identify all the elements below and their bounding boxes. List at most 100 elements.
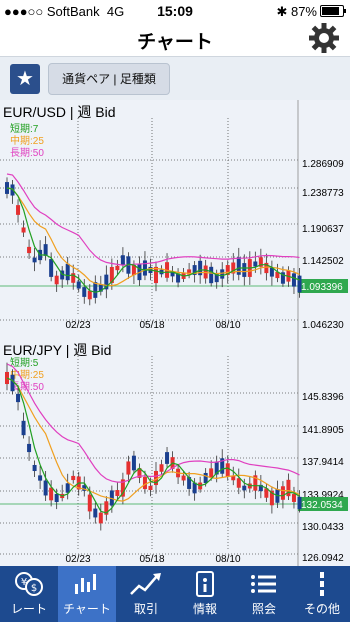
tab-bar: ¥ $ レート チャート 取引 情報 照会 その他 [0, 566, 350, 622]
chart-eurjpy[interactable]: 145.8396 141.8905 137.9414 133.9924 130.0433… [0, 338, 350, 572]
tab-trade[interactable]: 取引 [117, 566, 175, 622]
legend-item: 中期:25 [10, 134, 44, 147]
candle [16, 205, 21, 215]
price-label: 145.8396 [302, 392, 344, 403]
current-price-value: 1.093396 [301, 282, 343, 293]
candle [148, 485, 153, 491]
candle [142, 476, 147, 490]
tab-list[interactable]: 照会 [235, 566, 293, 622]
current-price-tag: 1.093396 [298, 279, 348, 293]
candle [280, 486, 285, 500]
candle [71, 475, 76, 481]
candle [297, 496, 302, 510]
nav-bar: チャート [0, 22, 350, 56]
price-label: 130.0433 [302, 522, 344, 533]
candle [76, 281, 81, 289]
candle [142, 260, 147, 276]
tab-info[interactable]: 情報 [176, 566, 234, 622]
candle [297, 275, 302, 293]
candle [242, 263, 247, 277]
candle [43, 244, 48, 256]
date-label: 02/23 [65, 320, 90, 331]
candle [32, 464, 37, 472]
candle [159, 464, 164, 472]
chart-icon [75, 574, 96, 594]
candle [236, 478, 241, 488]
list-icon [251, 575, 276, 593]
candle [43, 480, 48, 496]
chart-title: EUR/JPY | 週 Bid [3, 342, 112, 358]
favorite-star-button[interactable]: ★ [10, 64, 40, 94]
candle [115, 265, 120, 271]
candle [115, 490, 120, 496]
price-label: 126.0942 [302, 553, 344, 564]
candle [82, 287, 87, 297]
candle [131, 455, 136, 471]
current-price-tag: 132.0534 [298, 497, 348, 511]
candle [181, 475, 186, 481]
price-label: 1.190637 [302, 224, 344, 235]
candle [98, 512, 103, 524]
legend-item: 長期:50 [10, 147, 44, 159]
chart-eurusd-canvas[interactable]: 1.286909 1.238773 1.190637 1.142502 1.046230… [0, 100, 350, 338]
candle [220, 269, 225, 279]
date-label: 05/18 [139, 554, 164, 565]
legend-item: 短期:7 [10, 122, 39, 135]
candle [21, 227, 26, 233]
candle [154, 266, 158, 284]
candle [10, 374, 15, 392]
candle [209, 468, 214, 478]
candle [236, 257, 241, 275]
candle [27, 443, 32, 453]
candle [291, 494, 296, 502]
tab-rate[interactable]: ¥ $ レート [0, 566, 58, 622]
trade-icon [130, 573, 161, 595]
chart-title: EUR/USD | 週 Bid [3, 104, 116, 120]
battery-icon [320, 5, 346, 17]
tab-more[interactable]: その他 [293, 566, 350, 622]
battery-indicator: ✱ 87% [276, 4, 346, 20]
candle [242, 485, 247, 491]
price-label: 1.142502 [302, 256, 344, 267]
more-icon [320, 572, 324, 596]
gear-icon[interactable] [308, 22, 340, 54]
candle [225, 463, 230, 477]
price-label: 1.238773 [302, 188, 344, 199]
candle [209, 266, 214, 284]
chart-eurjpy-canvas[interactable]: 145.8396141.8905137.9414133.9924130.0433… [0, 338, 350, 572]
candle [165, 452, 170, 464]
candle [93, 508, 98, 518]
candle [120, 255, 125, 265]
date-label: 08/10 [215, 554, 240, 565]
rate-icon: ¥ $ [15, 572, 43, 596]
candle [27, 246, 32, 254]
candle [38, 475, 43, 481]
page-title: チャート [137, 32, 213, 53]
candle [203, 472, 208, 484]
chart-toolbar: ★ 通貨ペア | 足種類 [0, 56, 350, 101]
price-label: 141.8905 [302, 425, 344, 436]
pair-timeframe-button[interactable]: 通貨ペア | 足種類 [48, 63, 170, 95]
date-label: 08/10 [215, 320, 240, 331]
candle [87, 494, 92, 512]
candle [87, 290, 92, 300]
candle [54, 275, 59, 285]
candle [21, 420, 26, 436]
candle [65, 483, 70, 493]
candle [16, 393, 21, 403]
current-price-value: 132.0534 [301, 500, 343, 511]
chart-eurusd[interactable]: 1.286909 1.238773 1.190637 1.142502 1.046230… [0, 100, 350, 338]
candle [126, 461, 131, 475]
candle [32, 257, 37, 263]
svg-text:$: $ [31, 583, 37, 594]
candle [49, 487, 54, 501]
info-icon [196, 571, 214, 597]
candle [65, 263, 70, 281]
candle [54, 493, 59, 503]
date-label: 02/23 [65, 554, 90, 565]
date-label: 05/18 [139, 320, 164, 331]
candle [253, 261, 258, 267]
candle [291, 273, 296, 287]
tab-chart[interactable]: チャート [58, 566, 116, 622]
candle [93, 282, 98, 298]
